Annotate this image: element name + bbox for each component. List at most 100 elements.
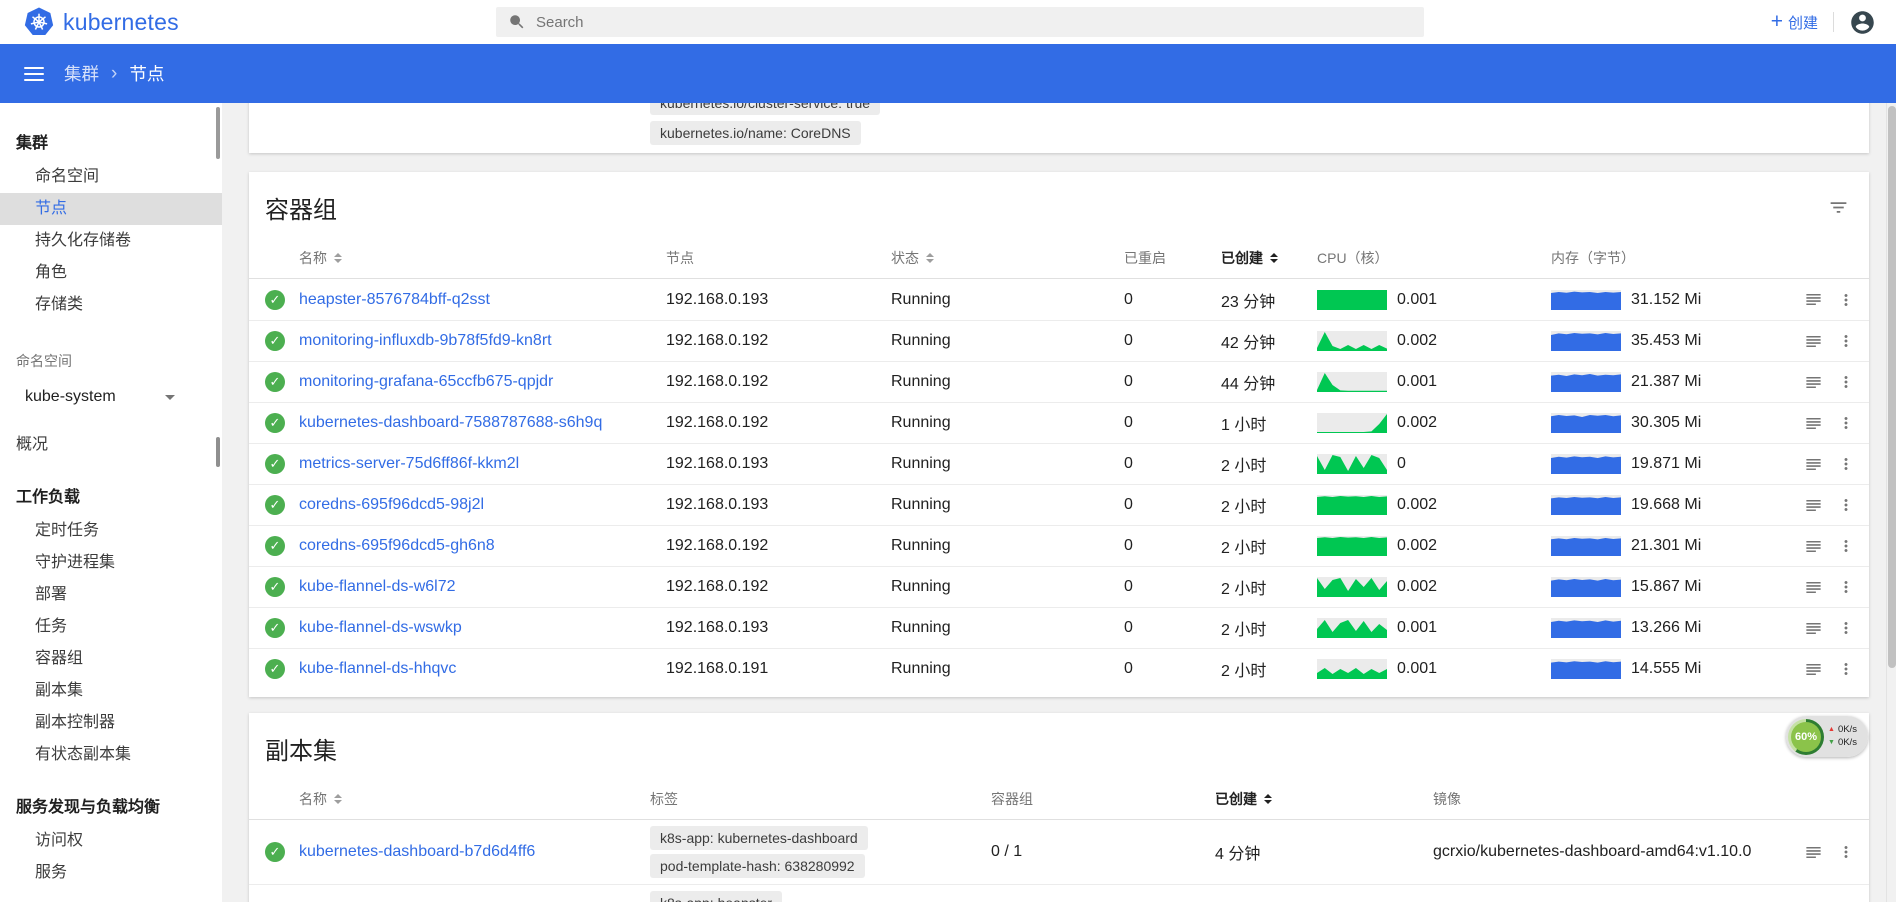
pod-table-row: ✓ kube-flannel-ds-hhqvc 192.168.0.191 Ru… (249, 648, 1869, 689)
pod-name-link[interactable]: kube-flannel-ds-hhqvc (299, 660, 456, 677)
sidebar-item-命名空间[interactable]: 命名空间 (0, 161, 222, 193)
pod-name-link[interactable]: coredns-695f96dcd5-gh6n8 (299, 537, 495, 554)
memory-sparkline-chart (1551, 290, 1621, 310)
kebab-menu-icon[interactable] (1837, 373, 1855, 391)
sidebar-item-有状态副本集[interactable]: 有状态副本集 (0, 739, 222, 771)
kebab-menu-icon[interactable] (1837, 660, 1855, 678)
pod-name-link[interactable]: kube-flannel-ds-w6l72 (299, 578, 456, 595)
column-header-name[interactable]: 名称 (299, 248, 666, 268)
sidebar-item-角色[interactable]: 角色 (0, 257, 222, 289)
logs-icon[interactable] (1804, 332, 1823, 351)
kebab-menu-icon[interactable] (1837, 332, 1855, 350)
pod-name-link[interactable]: coredns-695f96dcd5-98j2l (299, 496, 484, 513)
kebab-menu-icon[interactable] (1837, 414, 1855, 432)
user-account-icon[interactable] (1849, 9, 1876, 36)
kubernetes-logo[interactable]: kubernetes (24, 7, 179, 37)
kebab-menu-icon[interactable] (1837, 537, 1855, 555)
logs-icon[interactable] (1804, 843, 1823, 862)
sidebar-item-副本集[interactable]: 副本集 (0, 675, 222, 707)
memory-value: 35.453 Mi (1631, 332, 1701, 350)
sidebar-item-容器组[interactable]: 容器组 (0, 643, 222, 675)
label-chip: pod-template-hash: 638280992 (650, 854, 865, 878)
sidebar-item-副本控制器[interactable]: 副本控制器 (0, 707, 222, 739)
logs-icon[interactable] (1804, 496, 1823, 515)
pod-name-link[interactable]: heapster-8576784bff-q2sst (299, 291, 490, 308)
sidebar-item-持久化存储卷[interactable]: 持久化存储卷 (0, 225, 222, 257)
column-header-pods: 容器组 (991, 789, 1215, 809)
kubernetes-dashboard: kubernetes + 创建 集群 › 节点 (0, 0, 1896, 902)
sidebar-item-定时任务[interactable]: 定时任务 (0, 515, 222, 547)
logs-icon[interactable] (1804, 537, 1823, 556)
create-button[interactable]: + 创建 (1771, 12, 1818, 33)
sidebar-item-任务[interactable]: 任务 (0, 611, 222, 643)
chevron-down-icon (165, 395, 175, 400)
column-header-created[interactable]: 已创建 (1221, 248, 1317, 268)
main-scrollbar-track[interactable] (1886, 103, 1896, 902)
replicaset-name-link[interactable]: kubernetes-dashboard-b7d6d4ff6 (299, 843, 535, 860)
pod-node: 192.168.0.192 (666, 332, 891, 350)
status-ok-icon: ✓ (265, 372, 285, 392)
sidebar-item-概况[interactable]: 概况 (0, 429, 222, 461)
main-scrollbar-thumb[interactable] (1888, 106, 1896, 668)
column-header-node: 节点 (666, 248, 891, 268)
pod-table-row: ✓ kubernetes-dashboard-7588787688-s6h9q … (249, 402, 1869, 443)
logo-wordmark: kubernetes (63, 9, 179, 36)
cpu-sparkline-chart (1317, 413, 1387, 433)
cpu-gauge: 60% (1788, 719, 1824, 755)
logs-icon[interactable] (1804, 455, 1823, 474)
pod-name-link[interactable]: monitoring-grafana-65ccfb675-qpjdr (299, 373, 553, 390)
column-header-images: 镜像 (1433, 789, 1801, 809)
filter-icon[interactable] (1828, 197, 1849, 218)
pod-created: 2 小时 (1221, 575, 1317, 599)
sidebar-item-服务[interactable]: 服务 (0, 857, 222, 889)
kebab-menu-icon[interactable] (1837, 843, 1855, 861)
cpu-value: 0.001 (1397, 373, 1437, 391)
breadcrumb-cluster[interactable]: 集群 (64, 61, 99, 86)
logs-icon[interactable] (1804, 578, 1823, 597)
status-ok-icon: ✓ (265, 659, 285, 679)
system-monitor-widget[interactable]: 60% ▲0K/s ▼0K/s (1786, 716, 1868, 757)
column-header-status[interactable]: 状态 (891, 248, 1124, 268)
kebab-menu-icon[interactable] (1837, 496, 1855, 514)
search-input[interactable] (536, 14, 1412, 31)
pod-name-link[interactable]: metrics-server-75d6ff86f-kkm2l (299, 455, 519, 472)
kebab-menu-icon[interactable] (1837, 455, 1855, 473)
sidebar-scrollbar-handle[interactable] (216, 437, 220, 467)
logs-icon[interactable] (1804, 290, 1823, 309)
chevron-right-icon: › (111, 63, 117, 85)
pod-name-link[interactable]: kube-flannel-ds-wswkp (299, 619, 462, 636)
kebab-menu-icon[interactable] (1837, 291, 1855, 309)
logs-icon[interactable] (1804, 619, 1823, 638)
cpu-sparkline-chart (1317, 290, 1387, 310)
cpu-value: 0.002 (1397, 496, 1437, 514)
column-header-name[interactable]: 名称 (299, 789, 650, 809)
pod-node: 192.168.0.192 (666, 578, 891, 596)
kebab-menu-icon[interactable] (1837, 619, 1855, 637)
sidebar-scrollbar-thumb[interactable] (216, 107, 220, 159)
sort-icon (926, 253, 934, 263)
cpu-value: 0.002 (1397, 332, 1437, 350)
replicaset-table-row: ✓ kubernetes-dashboard-b7d6d4ff6 k8s-app… (249, 820, 1869, 884)
sidebar-item-部署[interactable]: 部署 (0, 579, 222, 611)
pod-name-link[interactable]: kubernetes-dashboard-7588787688-s6h9q (299, 414, 602, 431)
kebab-menu-icon[interactable] (1837, 578, 1855, 596)
namespace-select[interactable]: kube-system (25, 381, 175, 413)
column-header-labels: 标签 (650, 789, 991, 809)
replicaset-pods: 0 / 1 (991, 843, 1215, 861)
pod-name-link[interactable]: monitoring-influxdb-9b78f5fd9-kn8rt (299, 332, 552, 349)
global-search[interactable] (496, 7, 1424, 37)
sidebar-item-访问权[interactable]: 访问权 (0, 825, 222, 857)
logs-icon[interactable] (1804, 660, 1823, 679)
logs-icon[interactable] (1804, 373, 1823, 392)
pods-card: 容器组 名称 节点 状态 已重启 (249, 172, 1869, 697)
pod-node: 192.168.0.191 (666, 660, 891, 678)
sidebar-item-守护进程集[interactable]: 守护进程集 (0, 547, 222, 579)
status-ok-icon: ✓ (265, 495, 285, 515)
sidebar-item-存储类[interactable]: 存储类 (0, 289, 222, 321)
column-header-created[interactable]: 已创建 (1215, 789, 1433, 809)
pod-restarts: 0 (1124, 291, 1221, 309)
sidebar-item-节点[interactable]: 节点 (0, 193, 222, 225)
logs-icon[interactable] (1804, 414, 1823, 433)
menu-icon[interactable] (24, 67, 44, 81)
pod-table-row: ✓ coredns-695f96dcd5-gh6n8 192.168.0.192… (249, 525, 1869, 566)
